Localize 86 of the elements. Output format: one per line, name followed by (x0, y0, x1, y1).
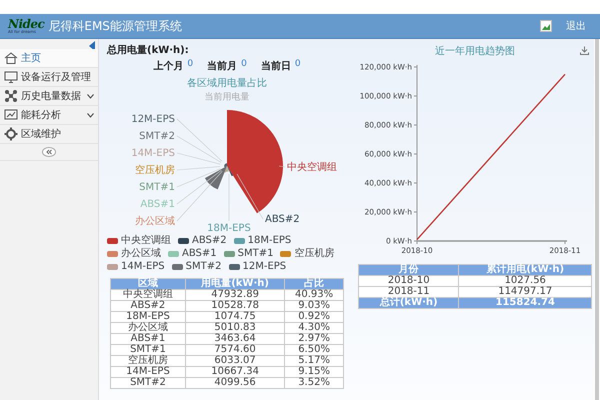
column-header: 月份 (358, 264, 459, 276)
total-label: 总用电量(kW·h): (107, 44, 189, 57)
table-cell: ABS#2 (110, 300, 186, 312)
total-cell: 115824.74 (458, 298, 592, 308)
slice-label: ABS#1 (140, 199, 174, 210)
legend-label: 空压机房 (294, 248, 334, 260)
total-cell: 总计(kW·h) (358, 298, 459, 308)
stat-value: 0 (187, 59, 194, 71)
table-cell: 3.52% (284, 378, 344, 388)
chart-screen-icon (4, 108, 18, 122)
slice-label: SMT#1 (138, 182, 174, 193)
collapse-arrow-icon[interactable] (89, 41, 95, 51)
table-cell: 14M-EPS (110, 366, 186, 378)
chart-title: 各区域用电量占比 (187, 76, 267, 90)
table-cell: 中央空调组 (110, 290, 186, 300)
sidebar-item[interactable]: 历史电量数据 (0, 87, 98, 106)
table-cell: 4.30% (284, 322, 344, 334)
slice-label: 空压机房 (134, 165, 174, 176)
stat-label: 当前日 (260, 60, 291, 73)
table-cell: 办公区域 (110, 322, 186, 334)
sidebar-item[interactable]: 设备运行及管理 (0, 68, 98, 87)
slice-label: SMT#2 (138, 131, 174, 142)
slice-label: 18M-EPS (206, 223, 250, 234)
table-cell: 9.03% (284, 300, 344, 312)
slice-label: ABS#2 (264, 214, 300, 225)
table-cell: 47932.89 (185, 290, 285, 300)
legend-label: ABS#1 (182, 248, 217, 260)
slice-label: 办公区域 (134, 216, 174, 227)
scrollbar[interactable] (595, 39, 599, 400)
table-cell: 空压机房 (110, 356, 186, 366)
legend-label: 办公区域 (121, 248, 161, 260)
chart-title: 近一年用电趋势图 (435, 44, 515, 58)
column-header: 累计用电(kW·h) (458, 264, 592, 276)
table-cell: 114797.17 (458, 286, 592, 298)
legend-label: SMT#2 (186, 261, 222, 273)
legend-label: 12M-EPS (242, 261, 286, 273)
table-cell: 7574.60 (185, 344, 285, 356)
stat-value: 0 (241, 59, 247, 71)
legend-label: 14M-EPS (121, 261, 165, 273)
collapse-button[interactable] (42, 147, 56, 157)
legend-label: SMT#1 (238, 248, 274, 260)
table-cell: 0.92% (284, 312, 344, 322)
gear-icon (4, 127, 18, 141)
network-icon (4, 89, 18, 103)
table-cell: 9.15% (284, 366, 344, 378)
leader-line (236, 174, 263, 220)
table-cell: 10667.34 (185, 366, 285, 378)
download-icon[interactable] (580, 46, 589, 55)
leader-line (278, 166, 285, 168)
legend-label: 中央空调组 (121, 235, 171, 247)
table-cell: 18M-EPS (110, 312, 186, 322)
legend-label: 18M-EPS (248, 235, 292, 247)
table-cell: 4099.56 (185, 378, 285, 388)
stat-label: 当前月 (207, 60, 238, 73)
table-cell: 5010.83 (185, 322, 285, 334)
sidebar-item[interactable]: 能耗分析 (0, 106, 98, 125)
home-icon (4, 51, 18, 65)
table-cell: 5.17% (284, 356, 344, 366)
table-cell: 10528.78 (185, 300, 285, 312)
table-cell: 2018-11 (358, 286, 459, 298)
sidebar-item[interactable]: 区域维护 (0, 125, 98, 144)
sidebar-item[interactable]: 主页 (0, 49, 98, 68)
broken-image-icon (540, 20, 552, 32)
table-cell: 6033.07 (185, 356, 285, 366)
table-cell: 3463.64 (185, 334, 285, 344)
slice-label: 中央空调组 (286, 162, 336, 173)
column-header: 用电量(kW·h) (185, 278, 285, 290)
chart-subtitle: 当前用电量 (204, 91, 250, 104)
table-cell: 2.97% (284, 334, 344, 344)
app-title: 尼得科EMS能源管理系统 (48, 18, 182, 34)
column-header: 区域 (110, 278, 186, 290)
monitor-icon (4, 70, 18, 84)
table-cell: 40.93% (284, 290, 344, 300)
table-cell: 2018-10 (358, 276, 459, 286)
stat-label: 上个月 (153, 60, 184, 73)
table-cell: SMT#2 (110, 378, 186, 388)
legend-label: ABS#2 (192, 235, 227, 247)
slice-label: 12M-EPS (130, 114, 174, 125)
table-cell: 1027.56 (458, 276, 592, 286)
table-cell: ABS#1 (110, 334, 186, 344)
slice-label: 14M-EPS (130, 148, 174, 159)
table-cell: 6.50% (284, 344, 344, 356)
stat-value: 0 (294, 59, 301, 71)
table-cell: SMT#1 (110, 344, 186, 356)
table-cell: 1074.75 (185, 312, 285, 322)
column-header: 占比 (284, 278, 344, 290)
